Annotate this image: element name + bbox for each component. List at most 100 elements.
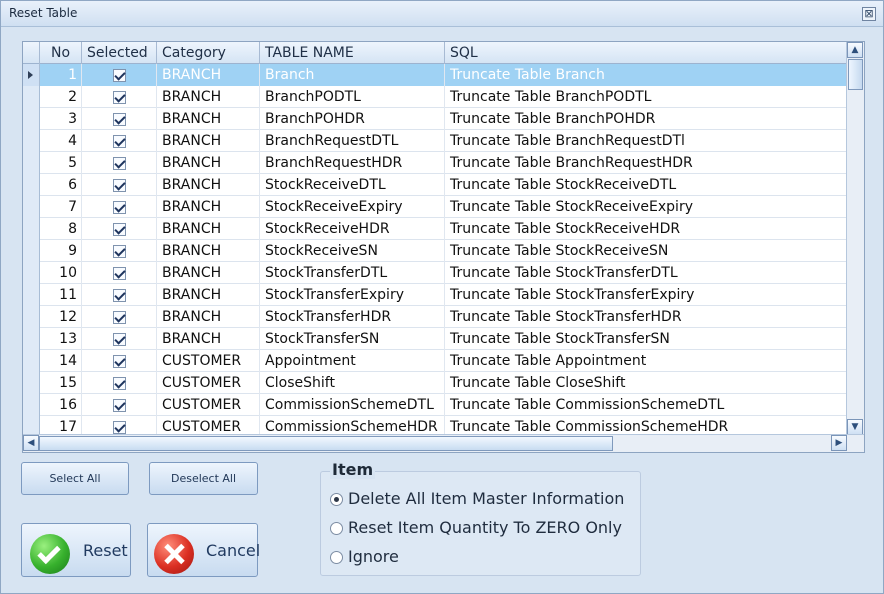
radio-ignore[interactable]: Ignore bbox=[330, 547, 630, 569]
select-all-button[interactable]: Select All bbox=[21, 462, 129, 495]
checkbox-checked-icon[interactable] bbox=[113, 267, 126, 280]
table-grid[interactable]: No Selected Category TABLE NAME SQL 1 BR… bbox=[22, 41, 865, 453]
vertical-scrollbar[interactable]: ▲ ▼ bbox=[846, 42, 864, 435]
table-row[interactable]: 14 CUSTOMER Appointment Truncate Table A… bbox=[23, 350, 847, 372]
radio-reset-item-quantity[interactable]: Reset Item Quantity To ZERO Only bbox=[330, 518, 630, 540]
table-name-cell: StockReceiveExpiry bbox=[260, 196, 445, 218]
scroll-left-icon[interactable]: ◀ bbox=[23, 435, 39, 451]
selected-cell[interactable] bbox=[82, 174, 157, 196]
table-row[interactable]: 3 BRANCH BranchPOHDR Truncate Table Bran… bbox=[23, 108, 847, 130]
table-row[interactable]: 15 CUSTOMER CloseShift Truncate Table Cl… bbox=[23, 372, 847, 394]
row-header[interactable] bbox=[23, 262, 40, 284]
row-header[interactable] bbox=[23, 350, 40, 372]
selected-cell[interactable] bbox=[82, 130, 157, 152]
checkbox-checked-icon[interactable] bbox=[113, 157, 126, 170]
row-header[interactable] bbox=[23, 328, 40, 350]
table-row[interactable]: 6 BRANCH StockReceiveDTL Truncate Table … bbox=[23, 174, 847, 196]
table-row[interactable]: 13 BRANCH StockTransferSN Truncate Table… bbox=[23, 328, 847, 350]
selected-cell[interactable] bbox=[82, 350, 157, 372]
row-header[interactable] bbox=[23, 372, 40, 394]
row-header[interactable] bbox=[23, 130, 40, 152]
selected-cell[interactable] bbox=[82, 306, 157, 328]
checkbox-checked-icon[interactable] bbox=[113, 421, 126, 434]
checkbox-checked-icon[interactable] bbox=[113, 69, 126, 82]
reset-table-window: Reset Table ⊠ No Selected Category TABLE… bbox=[0, 0, 884, 594]
row-header[interactable] bbox=[23, 64, 40, 86]
table-row[interactable]: 11 BRANCH StockTransferExpiry Truncate T… bbox=[23, 284, 847, 306]
horizontal-scrollbar[interactable]: ◀ ▶ bbox=[23, 434, 864, 452]
table-name-cell: Branch bbox=[260, 64, 445, 86]
row-header[interactable] bbox=[23, 240, 40, 262]
selected-cell[interactable] bbox=[82, 284, 157, 306]
table-row[interactable]: 12 BRANCH StockTransferHDR Truncate Tabl… bbox=[23, 306, 847, 328]
table-row[interactable]: 2 BRANCH BranchPODTL Truncate Table Bran… bbox=[23, 86, 847, 108]
category-cell: BRANCH bbox=[157, 284, 260, 306]
column-header-table-name[interactable]: TABLE NAME bbox=[260, 42, 445, 64]
row-header[interactable] bbox=[23, 196, 40, 218]
selected-cell[interactable] bbox=[82, 328, 157, 350]
row-header[interactable] bbox=[23, 86, 40, 108]
checkbox-checked-icon[interactable] bbox=[113, 333, 126, 346]
checkbox-checked-icon[interactable] bbox=[113, 245, 126, 258]
row-header[interactable] bbox=[23, 174, 40, 196]
selected-cell[interactable] bbox=[82, 152, 157, 174]
deselect-all-button[interactable]: Deselect All bbox=[149, 462, 258, 495]
selected-cell[interactable] bbox=[82, 64, 157, 86]
sql-cell: Truncate Table StockReceiveDTL bbox=[445, 174, 847, 196]
radio-unselected-icon[interactable] bbox=[330, 522, 343, 535]
radio-selected-icon[interactable] bbox=[330, 493, 343, 506]
selected-cell[interactable] bbox=[82, 372, 157, 394]
column-header-no[interactable]: No bbox=[40, 42, 82, 64]
column-header-selected[interactable]: Selected bbox=[82, 42, 157, 64]
scroll-up-icon[interactable]: ▲ bbox=[847, 42, 863, 58]
column-header-sql[interactable]: SQL bbox=[445, 42, 847, 64]
checkbox-checked-icon[interactable] bbox=[113, 223, 126, 236]
table-row[interactable]: 10 BRANCH StockTransferDTL Truncate Tabl… bbox=[23, 262, 847, 284]
checkbox-checked-icon[interactable] bbox=[113, 289, 126, 302]
table-row[interactable]: 1 BRANCH Branch Truncate Table Branch bbox=[23, 64, 847, 86]
table-row[interactable]: 5 BRANCH BranchRequestHDR Truncate Table… bbox=[23, 152, 847, 174]
radio-delete-item-master[interactable]: Delete All Item Master Information bbox=[330, 489, 630, 511]
checkbox-checked-icon[interactable] bbox=[113, 201, 126, 214]
selected-cell[interactable] bbox=[82, 196, 157, 218]
table-row[interactable]: 8 BRANCH StockReceiveHDR Truncate Table … bbox=[23, 218, 847, 240]
row-header[interactable] bbox=[23, 284, 40, 306]
selected-cell[interactable] bbox=[82, 218, 157, 240]
table-row[interactable]: 16 CUSTOMER CommissionSchemeDTL Truncate… bbox=[23, 394, 847, 416]
selected-cell[interactable] bbox=[82, 86, 157, 108]
selected-cell[interactable] bbox=[82, 108, 157, 130]
table-row[interactable]: 7 BRANCH StockReceiveExpiry Truncate Tab… bbox=[23, 196, 847, 218]
table-name-cell: Appointment bbox=[260, 350, 445, 372]
checkbox-checked-icon[interactable] bbox=[113, 377, 126, 390]
table-row[interactable]: 4 BRANCH BranchRequestDTL Truncate Table… bbox=[23, 130, 847, 152]
selected-cell[interactable] bbox=[82, 394, 157, 416]
close-icon[interactable]: ⊠ bbox=[862, 7, 876, 21]
checkbox-checked-icon[interactable] bbox=[113, 311, 126, 324]
category-cell: BRANCH bbox=[157, 86, 260, 108]
horizontal-scroll-thumb[interactable] bbox=[39, 436, 613, 451]
selected-cell[interactable] bbox=[82, 240, 157, 262]
row-number: 13 bbox=[40, 328, 82, 350]
column-header-category[interactable]: Category bbox=[157, 42, 260, 64]
checkbox-checked-icon[interactable] bbox=[113, 179, 126, 192]
row-header[interactable] bbox=[23, 152, 40, 174]
reset-button[interactable]: Reset bbox=[21, 523, 131, 577]
cancel-button[interactable]: Cancel bbox=[147, 523, 260, 577]
row-header[interactable] bbox=[23, 108, 40, 130]
selected-cell[interactable] bbox=[82, 262, 157, 284]
row-header[interactable] bbox=[23, 306, 40, 328]
checkbox-checked-icon[interactable] bbox=[113, 135, 126, 148]
row-header[interactable] bbox=[23, 218, 40, 240]
sql-cell: Truncate Table StockReceiveExpiry bbox=[445, 196, 847, 218]
radio-unselected-icon[interactable] bbox=[330, 551, 343, 564]
table-row[interactable]: 9 BRANCH StockReceiveSN Truncate Table S… bbox=[23, 240, 847, 262]
checkbox-checked-icon[interactable] bbox=[113, 91, 126, 104]
row-header[interactable] bbox=[23, 394, 40, 416]
checkbox-checked-icon[interactable] bbox=[113, 355, 126, 368]
scroll-right-icon[interactable]: ▶ bbox=[831, 435, 847, 451]
vertical-scroll-thumb[interactable] bbox=[848, 59, 863, 90]
category-cell: CUSTOMER bbox=[157, 372, 260, 394]
scroll-down-icon[interactable]: ▼ bbox=[847, 419, 863, 435]
checkbox-checked-icon[interactable] bbox=[113, 399, 126, 412]
checkbox-checked-icon[interactable] bbox=[113, 113, 126, 126]
